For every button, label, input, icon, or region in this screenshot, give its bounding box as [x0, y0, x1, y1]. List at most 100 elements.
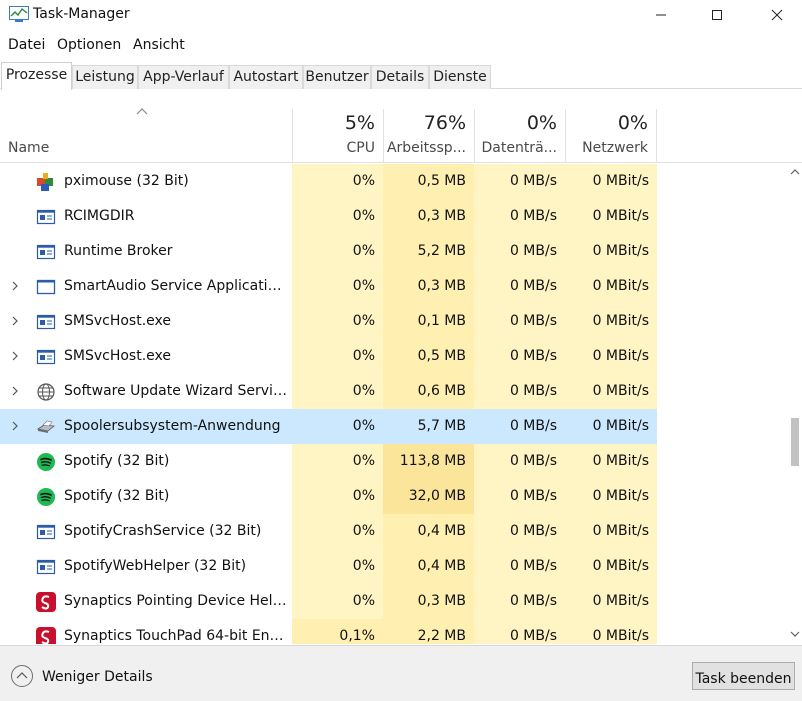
memory-cell: 0,5 MB: [383, 164, 474, 199]
less-details-link[interactable]: Weniger Details: [42, 669, 153, 685]
memory-cell: 0,1 MB: [383, 304, 474, 339]
process-name: SpotifyCrashService (32 Bit): [64, 523, 262, 539]
memory-cell: 0,6 MB: [383, 374, 474, 409]
table-row[interactable]: RCIMGDIR 0% 0,3 MB 0 MB/s 0 MBit/s: [0, 199, 788, 234]
menu-datei[interactable]: Datei: [8, 37, 45, 53]
table-row[interactable]: SmartAudio Service Application... 0% 0,3 M…: [0, 269, 788, 304]
process-name-cell[interactable]: SmartAudio Service Application...: [0, 269, 292, 304]
process-name-cell[interactable]: Spoolersubsystem-Anwendung: [0, 409, 292, 444]
window-app-icon: [36, 524, 56, 540]
cpu-cell: 0%: [292, 339, 383, 374]
disk-cell: 0 MB/s: [474, 164, 565, 199]
column-name[interactable]: Name: [8, 140, 49, 156]
window-app-icon: [36, 244, 56, 260]
tab-autostart[interactable]: Autostart: [229, 65, 303, 89]
disk-total-percent: 0%: [526, 112, 557, 134]
cpu-cell: 0%: [292, 514, 383, 549]
window-frame-icon: [36, 279, 56, 295]
column-cpu[interactable]: 5% CPU: [292, 109, 383, 163]
process-name-cell[interactable]: Spotify (32 Bit): [0, 444, 292, 479]
memory-cell: 113,8 MB: [383, 444, 474, 479]
process-name-cell[interactable]: SMSvcHost.exe: [0, 304, 292, 339]
tab-benutzer[interactable]: Benutzer: [303, 65, 371, 89]
process-table: pximouse (32 Bit) 0% 0,5 MB 0 MB/s 0 MBit/s R…: [0, 164, 788, 644]
table-row[interactable]: SMSvcHost.exe 0% 0,5 MB 0 MB/s 0 MBit/s: [0, 339, 788, 374]
network-cell: 0 MBit/s: [565, 164, 657, 199]
tab-leistung[interactable]: Leistung: [72, 65, 138, 89]
process-name-cell[interactable]: SMSvcHost.exe: [0, 339, 292, 374]
menu-ansicht[interactable]: Ansicht: [133, 37, 185, 53]
close-icon: [771, 9, 783, 21]
table-row[interactable]: Software Update Wizard Servic... 0% 0,6 MB…: [0, 374, 788, 409]
process-name-cell[interactable]: Software Update Wizard Servic...: [0, 374, 292, 409]
table-row[interactable]: pximouse (32 Bit) 0% 0,5 MB 0 MB/s 0 MBit/s: [0, 164, 788, 199]
memory-cell: 2,2 MB: [383, 619, 474, 644]
process-name-cell[interactable]: SpotifyWebHelper (32 Bit): [0, 549, 292, 584]
table-row[interactable]: Spoolersubsystem-Anwendung 0% 5,7 MB 0 MB/s…: [0, 409, 788, 444]
process-name-cell[interactable]: Synaptics Pointing Device Helper: [0, 584, 292, 619]
process-name-cell[interactable]: Spotify (32 Bit): [0, 479, 292, 514]
process-name: SMSvcHost.exe: [64, 313, 171, 329]
scrollbar-thumb[interactable]: [791, 418, 799, 466]
table-row[interactable]: Runtime Broker 0% 5,2 MB 0 MB/s 0 MBit/s: [0, 234, 788, 269]
maximize-button[interactable]: [694, 0, 740, 30]
scroll-up-icon[interactable]: [790, 168, 800, 176]
maximize-icon: [712, 10, 722, 20]
memory-cell: 0,5 MB: [383, 339, 474, 374]
process-name-cell[interactable]: pximouse (32 Bit): [0, 164, 292, 199]
network-cell: 0 MBit/s: [565, 339, 657, 374]
chevron-right-icon[interactable]: [10, 349, 20, 363]
printer-icon: [36, 420, 55, 433]
scroll-down-icon[interactable]: [790, 630, 800, 638]
column-disk[interactable]: 0% Datenträ...: [474, 109, 565, 163]
memory-cell: 0,3 MB: [383, 199, 474, 234]
chevron-right-icon[interactable]: [10, 419, 20, 433]
process-name: Spoolersubsystem-Anwendung: [64, 418, 281, 434]
process-name-cell[interactable]: Synaptics TouchPad 64-bit Enha...: [0, 619, 292, 644]
less-details-toggle[interactable]: [11, 665, 33, 687]
process-name-cell[interactable]: Runtime Broker: [0, 234, 292, 269]
memory-cell: 5,7 MB: [383, 409, 474, 444]
disk-cell: 0 MB/s: [474, 479, 565, 514]
tab-details[interactable]: Details: [371, 65, 429, 89]
cpu-cell: 0%: [292, 584, 383, 619]
tab-dienste[interactable]: Dienste: [429, 65, 491, 89]
table-row[interactable]: SpotifyWebHelper (32 Bit) 0% 0,4 MB 0 MB/s 0…: [0, 549, 788, 584]
table-row[interactable]: SpotifyCrashService (32 Bit) 0% 0,4 MB 0 MB…: [0, 514, 788, 549]
chevron-right-icon[interactable]: [10, 314, 20, 328]
minimize-button[interactable]: [638, 0, 684, 30]
network-cell: 0 MBit/s: [565, 199, 657, 234]
disk-cell: 0 MB/s: [474, 619, 565, 644]
table-row[interactable]: Spotify (32 Bit) 0% 32,0 MB 0 MB/s 0 MBit/s: [0, 479, 788, 514]
disk-cell: 0 MB/s: [474, 409, 565, 444]
window-app-icon: [36, 209, 56, 225]
footer: Weniger Details Task beenden: [0, 645, 802, 701]
end-task-button[interactable]: Task beenden: [692, 662, 795, 690]
sort-ascending-icon[interactable]: [136, 107, 148, 115]
menu-optionen[interactable]: Optionen: [57, 37, 121, 53]
network-cell: 0 MBit/s: [565, 304, 657, 339]
column-network[interactable]: 0% Netzwerk: [565, 109, 657, 163]
title-bar: Task-Manager: [0, 0, 802, 32]
tab-app-verlauf[interactable]: App-Verlauf: [138, 65, 229, 89]
table-row[interactable]: Spotify (32 Bit) 0% 113,8 MB 0 MB/s 0 MBit/s: [0, 444, 788, 479]
chevron-right-icon[interactable]: [10, 384, 20, 398]
process-name-cell[interactable]: RCIMGDIR: [0, 199, 292, 234]
column-memory[interactable]: 76% Arbeitssp...: [383, 109, 474, 163]
disk-cell: 0 MB/s: [474, 549, 565, 584]
close-button[interactable]: [754, 0, 800, 30]
table-row[interactable]: SMSvcHost.exe 0% 0,1 MB 0 MB/s 0 MBit/s: [0, 304, 788, 339]
pximouse-icon: [37, 173, 53, 191]
cpu-cell: 0%: [292, 304, 383, 339]
table-row[interactable]: Synaptics TouchPad 64-bit Enha... 0,1% 2,2…: [0, 619, 788, 644]
table-row[interactable]: Synaptics Pointing Device Helper 0% 0,3 MB…: [0, 584, 788, 619]
synaptics-icon: [36, 627, 56, 644]
vertical-scrollbar[interactable]: [788, 164, 802, 644]
process-name: Synaptics Pointing Device Helper: [64, 593, 288, 609]
chevron-right-icon[interactable]: [10, 279, 20, 293]
network-cell: 0 MBit/s: [565, 549, 657, 584]
process-name-cell[interactable]: SpotifyCrashService (32 Bit): [0, 514, 292, 549]
process-name: Spotify (32 Bit): [64, 453, 170, 469]
window-app-icon: [36, 349, 56, 365]
tab-prozesse[interactable]: Prozesse: [1, 62, 72, 90]
